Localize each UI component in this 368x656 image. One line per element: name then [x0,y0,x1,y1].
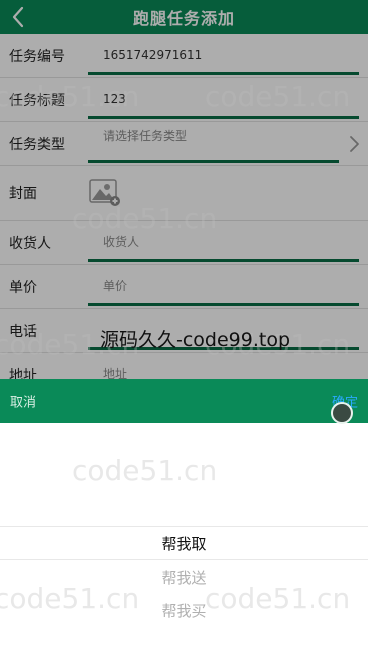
touch-indicator [331,402,353,424]
picker-option[interactable]: 帮我取 [0,533,368,554]
app-screen: 跑腿任务添加 任务编号 1651742971611 任务标题 123 任务类型 … [0,0,368,656]
task-type-picker: 取消 确定 帮我取 帮我送 帮我买 [0,379,368,656]
picker-wheel[interactable]: 帮我取 帮我送 帮我买 [0,423,368,656]
watermark-banner: 源码久久-code99.top [100,329,291,351]
picker-selection-line-bottom [0,559,368,560]
picker-option[interactable]: 帮我买 [0,600,368,621]
picker-selection-line-top [0,526,368,527]
picker-toolbar: 取消 确定 [0,379,368,423]
picker-cancel-button[interactable]: 取消 [10,392,36,411]
picker-option[interactable]: 帮我送 [0,567,368,588]
